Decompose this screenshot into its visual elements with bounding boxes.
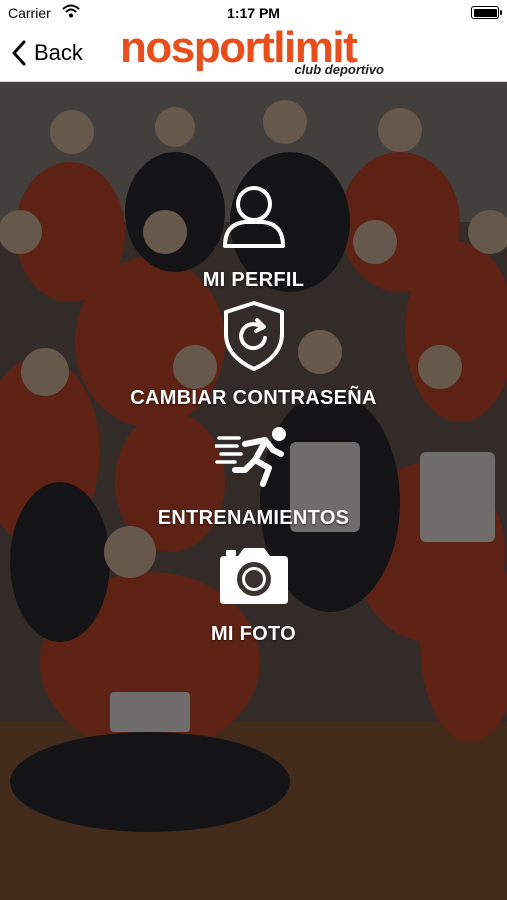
menu-label-mi-foto: MI FOTO xyxy=(210,623,297,645)
navigation-bar: Back nosportlimit club deportivo xyxy=(0,26,507,82)
camera-icon xyxy=(0,546,507,611)
menu-label-entrenamientos: ENTRENAMIENTOS xyxy=(157,507,350,529)
menu-item-mi-perfil[interactable]: MI PERFIL xyxy=(0,184,507,292)
menu-label-cambiar-contrasena: CAMBIAR CONTRASEÑA xyxy=(130,387,377,409)
clock: 1:17 PM xyxy=(227,5,280,21)
logo-part1: nosport xyxy=(120,23,275,72)
runner-icon xyxy=(0,424,507,493)
menu-label-mi-perfil: MI PERFIL xyxy=(202,269,305,291)
back-label: Back xyxy=(34,40,83,65)
menu-item-entrenamientos[interactable]: ENTRENAMIENTOS xyxy=(0,424,507,530)
back-button[interactable]: Back xyxy=(12,36,83,70)
battery-icon xyxy=(471,6,502,19)
shield-refresh-icon xyxy=(0,300,507,377)
menu-item-cambiar-contrasena[interactable]: CAMBIAR CONTRASEÑA xyxy=(0,300,507,410)
user-icon xyxy=(0,184,507,255)
chevron-left-icon xyxy=(12,40,26,66)
logo-tagline: club deportivo xyxy=(294,62,384,77)
club-logo: nosportlimit club deportivo xyxy=(120,26,390,78)
menu-item-mi-foto[interactable]: MI FOTO xyxy=(0,546,507,646)
